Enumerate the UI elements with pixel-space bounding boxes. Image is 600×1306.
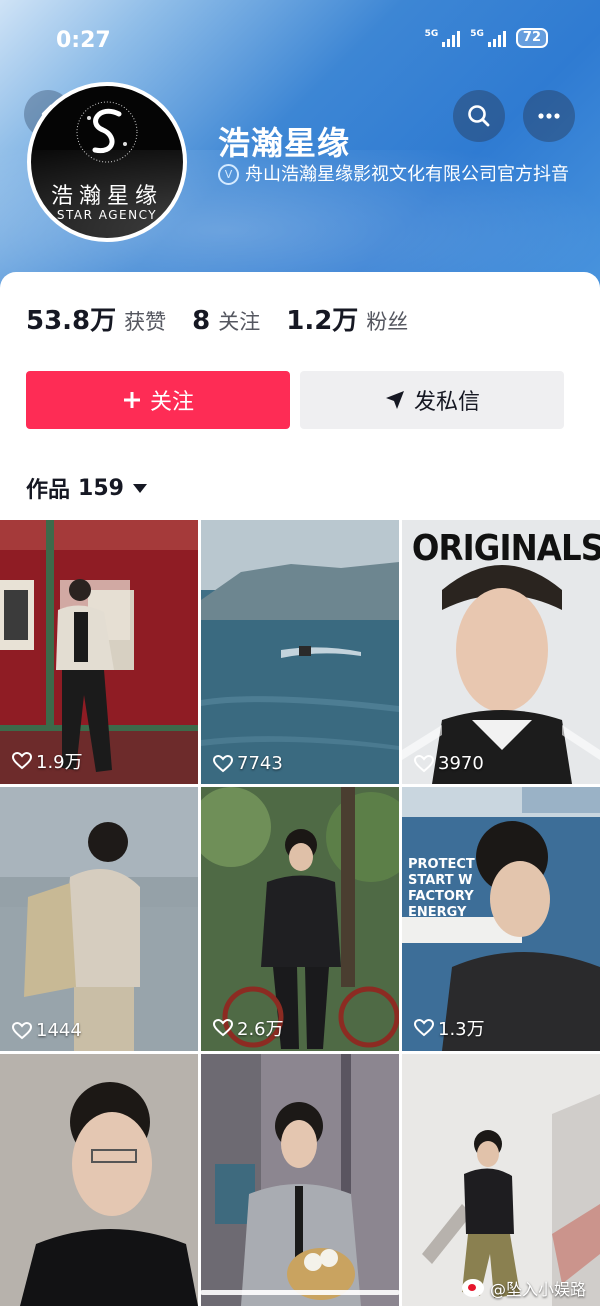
video-tile[interactable] bbox=[201, 1054, 399, 1306]
stat-value: 8 bbox=[192, 306, 211, 336]
video-tile[interactable]: ORIGINALS 3970 bbox=[402, 520, 600, 784]
verification-info: V 舟山浩瀚星缘影视文化有限公司官方抖音 bbox=[218, 162, 578, 187]
video-tile[interactable]: 1.9万 bbox=[0, 520, 198, 784]
watermark-text: @坠入小娱路 bbox=[489, 1280, 586, 1299]
like-count-text: 1.3万 bbox=[438, 1019, 485, 1040]
search-icon bbox=[468, 105, 490, 127]
stat-label: 关注 bbox=[218, 310, 261, 334]
status-icons: 5G 5G 72 bbox=[425, 28, 548, 48]
stat-following[interactable]: 8 关注 bbox=[192, 306, 260, 336]
verified-icon: V bbox=[218, 164, 239, 185]
caret-down-icon bbox=[132, 484, 147, 493]
like-count-text: 3970 bbox=[438, 753, 484, 774]
video-tile[interactable]: @坠入小娱路 bbox=[402, 1054, 600, 1306]
home-indicator bbox=[200, 1290, 400, 1295]
more-icon bbox=[538, 113, 560, 119]
works-tab[interactable]: 作品 159 bbox=[26, 472, 148, 504]
network-type: 5G bbox=[424, 29, 439, 39]
like-count: 3970 bbox=[414, 753, 484, 774]
video-tile[interactable]: PROTECT START W FACTORY ENERGY 1.3万 bbox=[402, 787, 600, 1051]
profile-stats: 53.8万 获赞 8 关注 1.2万 粉丝 bbox=[26, 300, 434, 337]
more-button[interactable] bbox=[523, 90, 575, 142]
like-count-text: 1444 bbox=[36, 1020, 82, 1041]
works-label: 作品 bbox=[26, 478, 71, 503]
battery-icon: 72 bbox=[515, 28, 548, 48]
video-tile[interactable] bbox=[0, 1054, 198, 1306]
overlay-text: ORIGINALS bbox=[411, 528, 600, 569]
video-thumbnail bbox=[402, 1054, 600, 1306]
heart-icon bbox=[12, 1021, 32, 1039]
stat-label: 获赞 bbox=[124, 310, 167, 334]
status-time: 0:27 bbox=[56, 28, 111, 53]
stat-value: 53.8万 bbox=[26, 306, 117, 336]
video-thumbnail bbox=[201, 520, 399, 784]
message-button[interactable]: 发私信 bbox=[300, 371, 564, 429]
heart-icon bbox=[213, 754, 233, 772]
video-tile[interactable]: 1444 bbox=[0, 787, 198, 1051]
video-thumbnail bbox=[201, 787, 399, 1051]
stat-value: 1.2万 bbox=[286, 306, 359, 336]
like-count-text: 7743 bbox=[237, 753, 283, 774]
avatar[interactable]: 浩瀚星缘 STAR AGENCY bbox=[27, 82, 187, 242]
avatar-text-en: STAR AGENCY bbox=[56, 208, 158, 222]
heart-icon bbox=[414, 1019, 434, 1037]
like-count: 1.3万 bbox=[414, 1015, 485, 1041]
video-grid: 1.9万 7743 ORIGINALS 3970 1444 2.6万 PROTE… bbox=[0, 520, 600, 1306]
video-tile[interactable]: 7743 bbox=[201, 520, 399, 784]
like-count: 7743 bbox=[213, 753, 283, 774]
verification-text: 舟山浩瀚星缘影视文化有限公司官方抖音 bbox=[245, 164, 569, 185]
like-count: 1.9万 bbox=[12, 748, 83, 774]
like-count: 2.6万 bbox=[213, 1015, 284, 1041]
video-thumbnail bbox=[201, 1054, 399, 1306]
agency-logo bbox=[76, 101, 138, 163]
video-tile[interactable]: 2.6万 bbox=[201, 787, 399, 1051]
stat-label: 粉丝 bbox=[366, 310, 409, 334]
video-thumbnail bbox=[0, 1054, 198, 1306]
overlay-text: PROTECT START W FACTORY ENERGY bbox=[408, 857, 475, 920]
network-type: 5G bbox=[470, 29, 484, 39]
like-count: 1444 bbox=[12, 1020, 82, 1041]
video-thumbnail bbox=[0, 787, 198, 1051]
video-thumbnail bbox=[0, 520, 198, 784]
message-label: 发私信 bbox=[413, 390, 480, 415]
follow-label: 关注 bbox=[149, 390, 194, 415]
avatar-text-cn: 浩瀚星缘 bbox=[50, 184, 163, 209]
works-count: 159 bbox=[78, 475, 124, 501]
like-count-text: 2.6万 bbox=[237, 1019, 284, 1040]
stat-followers[interactable]: 1.2万 粉丝 bbox=[286, 300, 408, 337]
watermark: @坠入小娱路 bbox=[461, 1276, 586, 1300]
search-button[interactable] bbox=[453, 90, 505, 142]
signal-icon: 5G bbox=[470, 29, 506, 47]
send-icon bbox=[385, 391, 404, 409]
profile-header: 0:27 5G 5G 72 浩瀚星缘 STAR AGENCY 浩瀚星缘 V 舟山… bbox=[0, 0, 600, 300]
stat-likes[interactable]: 53.8万 获赞 bbox=[26, 300, 166, 337]
weibo-logo-icon bbox=[461, 1279, 484, 1297]
heart-icon bbox=[414, 754, 434, 772]
heart-icon bbox=[12, 752, 32, 770]
like-count-text: 1.9万 bbox=[36, 752, 83, 773]
follow-button[interactable]: 关注 bbox=[26, 371, 290, 429]
heart-icon bbox=[213, 1019, 233, 1037]
plus-icon bbox=[123, 392, 140, 408]
signal-icon: 5G bbox=[425, 29, 461, 47]
profile-name: 浩瀚星缘 bbox=[218, 124, 351, 162]
